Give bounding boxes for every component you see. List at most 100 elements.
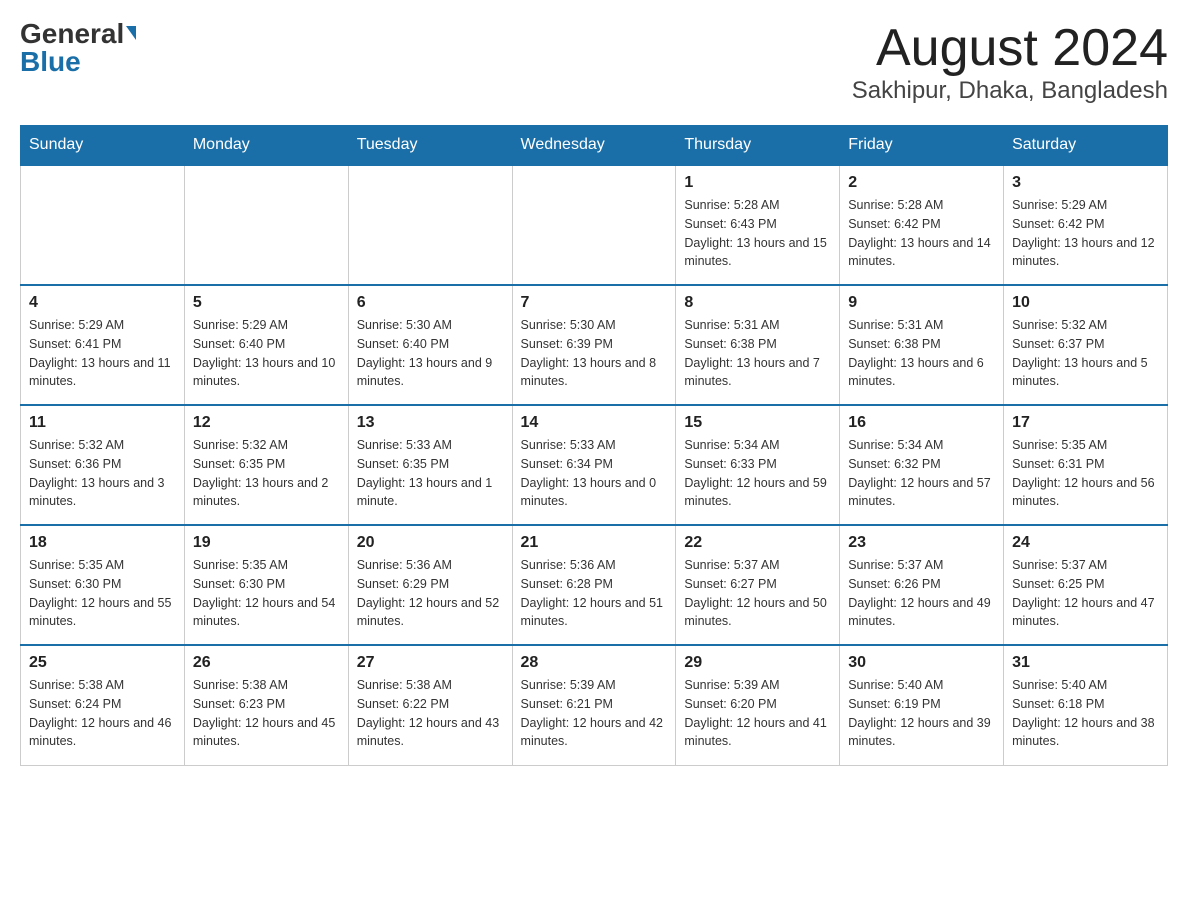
calendar-cell: 13 Sunrise: 5:33 AMSunset: 6:35 PMDayligh… — [348, 405, 512, 525]
day-number: 12 — [193, 414, 340, 432]
day-number: 13 — [357, 414, 504, 432]
col-header-friday: Friday — [840, 126, 1004, 166]
day-number: 15 — [684, 414, 831, 432]
calendar-cell: 6 Sunrise: 5:30 AMSunset: 6:40 PMDaylight… — [348, 285, 512, 405]
day-info: Sunrise: 5:35 AMSunset: 6:31 PMDaylight:… — [1012, 436, 1159, 511]
day-number: 8 — [684, 294, 831, 312]
title-block: August 2024 Sakhipur, Dhaka, Bangladesh — [852, 20, 1168, 105]
calendar-table: SundayMondayTuesdayWednesdayThursdayFrid… — [20, 125, 1168, 766]
day-number: 1 — [684, 174, 831, 192]
day-number: 19 — [193, 534, 340, 552]
day-number: 31 — [1012, 654, 1159, 672]
day-info: Sunrise: 5:39 AMSunset: 6:21 PMDaylight:… — [521, 676, 668, 751]
col-header-wednesday: Wednesday — [512, 126, 676, 166]
day-info: Sunrise: 5:39 AMSunset: 6:20 PMDaylight:… — [684, 676, 831, 751]
day-number: 4 — [29, 294, 176, 312]
calendar-cell: 9 Sunrise: 5:31 AMSunset: 6:38 PMDaylight… — [840, 285, 1004, 405]
calendar-week-row: 11 Sunrise: 5:32 AMSunset: 6:36 PMDayligh… — [21, 405, 1168, 525]
logo-blue-text: Blue — [20, 48, 81, 76]
day-number: 5 — [193, 294, 340, 312]
day-number: 30 — [848, 654, 995, 672]
calendar-cell: 12 Sunrise: 5:32 AMSunset: 6:35 PMDayligh… — [184, 405, 348, 525]
day-info: Sunrise: 5:29 AMSunset: 6:41 PMDaylight:… — [29, 316, 176, 391]
logo: General Blue — [20, 20, 136, 76]
calendar-cell: 19 Sunrise: 5:35 AMSunset: 6:30 PMDayligh… — [184, 525, 348, 645]
calendar-week-row: 4 Sunrise: 5:29 AMSunset: 6:41 PMDaylight… — [21, 285, 1168, 405]
day-info: Sunrise: 5:31 AMSunset: 6:38 PMDaylight:… — [684, 316, 831, 391]
day-info: Sunrise: 5:33 AMSunset: 6:34 PMDaylight:… — [521, 436, 668, 511]
logo-triangle-icon — [126, 26, 136, 40]
calendar-cell: 28 Sunrise: 5:39 AMSunset: 6:21 PMDayligh… — [512, 645, 676, 765]
day-info: Sunrise: 5:38 AMSunset: 6:22 PMDaylight:… — [357, 676, 504, 751]
day-number: 23 — [848, 534, 995, 552]
day-number: 17 — [1012, 414, 1159, 432]
col-header-thursday: Thursday — [676, 126, 840, 166]
day-number: 27 — [357, 654, 504, 672]
calendar-cell — [348, 165, 512, 285]
day-info: Sunrise: 5:37 AMSunset: 6:26 PMDaylight:… — [848, 556, 995, 631]
day-info: Sunrise: 5:34 AMSunset: 6:33 PMDaylight:… — [684, 436, 831, 511]
day-number: 26 — [193, 654, 340, 672]
calendar-cell: 23 Sunrise: 5:37 AMSunset: 6:26 PMDayligh… — [840, 525, 1004, 645]
day-number: 16 — [848, 414, 995, 432]
calendar-cell: 26 Sunrise: 5:38 AMSunset: 6:23 PMDayligh… — [184, 645, 348, 765]
calendar-cell: 31 Sunrise: 5:40 AMSunset: 6:18 PMDayligh… — [1004, 645, 1168, 765]
col-header-saturday: Saturday — [1004, 126, 1168, 166]
page-header: General Blue August 2024 Sakhipur, Dhaka… — [20, 20, 1168, 105]
day-info: Sunrise: 5:38 AMSunset: 6:23 PMDaylight:… — [193, 676, 340, 751]
calendar-cell: 20Sunrise: 5:36 AMSunset: 6:29 PMDayligh… — [348, 525, 512, 645]
calendar-header-row: SundayMondayTuesdayWednesdayThursdayFrid… — [21, 126, 1168, 166]
day-info: Sunrise: 5:31 AMSunset: 6:38 PMDaylight:… — [848, 316, 995, 391]
day-info: Sunrise: 5:32 AMSunset: 6:35 PMDaylight:… — [193, 436, 340, 511]
day-info: Sunrise: 5:30 AMSunset: 6:39 PMDaylight:… — [521, 316, 668, 391]
day-number: 28 — [521, 654, 668, 672]
day-info: Sunrise: 5:35 AMSunset: 6:30 PMDaylight:… — [193, 556, 340, 631]
col-header-monday: Monday — [184, 126, 348, 166]
day-info: Sunrise: 5:40 AMSunset: 6:19 PMDaylight:… — [848, 676, 995, 751]
day-number: 25 — [29, 654, 176, 672]
day-info: Sunrise: 5:35 AMSunset: 6:30 PMDaylight:… — [29, 556, 176, 631]
day-info: Sunrise: 5:37 AMSunset: 6:27 PMDaylight:… — [684, 556, 831, 631]
calendar-cell: 14Sunrise: 5:33 AMSunset: 6:34 PMDayligh… — [512, 405, 676, 525]
calendar-cell: 22 Sunrise: 5:37 AMSunset: 6:27 PMDayligh… — [676, 525, 840, 645]
day-number: 7 — [521, 294, 668, 312]
day-number: 29 — [684, 654, 831, 672]
day-info: Sunrise: 5:36 AMSunset: 6:29 PMDaylight:… — [357, 556, 504, 631]
logo-general-text: General — [20, 20, 124, 48]
day-info: Sunrise: 5:33 AMSunset: 6:35 PMDaylight:… — [357, 436, 504, 511]
day-info: Sunrise: 5:38 AMSunset: 6:24 PMDaylight:… — [29, 676, 176, 751]
day-info: Sunrise: 5:37 AMSunset: 6:25 PMDaylight:… — [1012, 556, 1159, 631]
page-subtitle: Sakhipur, Dhaka, Bangladesh — [852, 77, 1168, 105]
calendar-cell: 16 Sunrise: 5:34 AMSunset: 6:32 PMDayligh… — [840, 405, 1004, 525]
day-info: Sunrise: 5:32 AMSunset: 6:37 PMDaylight:… — [1012, 316, 1159, 391]
col-header-sunday: Sunday — [21, 126, 185, 166]
day-number: 11 — [29, 414, 176, 432]
day-info: Sunrise: 5:29 AMSunset: 6:40 PMDaylight:… — [193, 316, 340, 391]
day-info: Sunrise: 5:32 AMSunset: 6:36 PMDaylight:… — [29, 436, 176, 511]
calendar-cell: 24 Sunrise: 5:37 AMSunset: 6:25 PMDayligh… — [1004, 525, 1168, 645]
calendar-cell: 5 Sunrise: 5:29 AMSunset: 6:40 PMDaylight… — [184, 285, 348, 405]
calendar-cell: 27 Sunrise: 5:38 AMSunset: 6:22 PMDayligh… — [348, 645, 512, 765]
day-info: Sunrise: 5:28 AMSunset: 6:43 PMDaylight:… — [684, 196, 831, 271]
col-header-tuesday: Tuesday — [348, 126, 512, 166]
calendar-week-row: 1 Sunrise: 5:28 AMSunset: 6:43 PMDaylight… — [21, 165, 1168, 285]
calendar-cell: 1 Sunrise: 5:28 AMSunset: 6:43 PMDaylight… — [676, 165, 840, 285]
day-number: 6 — [357, 294, 504, 312]
calendar-cell: 8 Sunrise: 5:31 AMSunset: 6:38 PMDaylight… — [676, 285, 840, 405]
calendar-week-row: 18Sunrise: 5:35 AMSunset: 6:30 PMDayligh… — [21, 525, 1168, 645]
calendar-cell: 3Sunrise: 5:29 AMSunset: 6:42 PMDaylight… — [1004, 165, 1168, 285]
calendar-cell — [21, 165, 185, 285]
calendar-cell: 30 Sunrise: 5:40 AMSunset: 6:19 PMDayligh… — [840, 645, 1004, 765]
day-number: 22 — [684, 534, 831, 552]
day-number: 24 — [1012, 534, 1159, 552]
day-number: 3 — [1012, 174, 1159, 192]
calendar-cell: 21Sunrise: 5:36 AMSunset: 6:28 PMDayligh… — [512, 525, 676, 645]
calendar-cell — [184, 165, 348, 285]
day-info: Sunrise: 5:40 AMSunset: 6:18 PMDaylight:… — [1012, 676, 1159, 751]
day-number: 9 — [848, 294, 995, 312]
calendar-cell: 2Sunrise: 5:28 AMSunset: 6:42 PMDaylight… — [840, 165, 1004, 285]
calendar-cell: 11 Sunrise: 5:32 AMSunset: 6:36 PMDayligh… — [21, 405, 185, 525]
day-info: Sunrise: 5:30 AMSunset: 6:40 PMDaylight:… — [357, 316, 504, 391]
calendar-cell: 29 Sunrise: 5:39 AMSunset: 6:20 PMDayligh… — [676, 645, 840, 765]
day-info: Sunrise: 5:34 AMSunset: 6:32 PMDaylight:… — [848, 436, 995, 511]
